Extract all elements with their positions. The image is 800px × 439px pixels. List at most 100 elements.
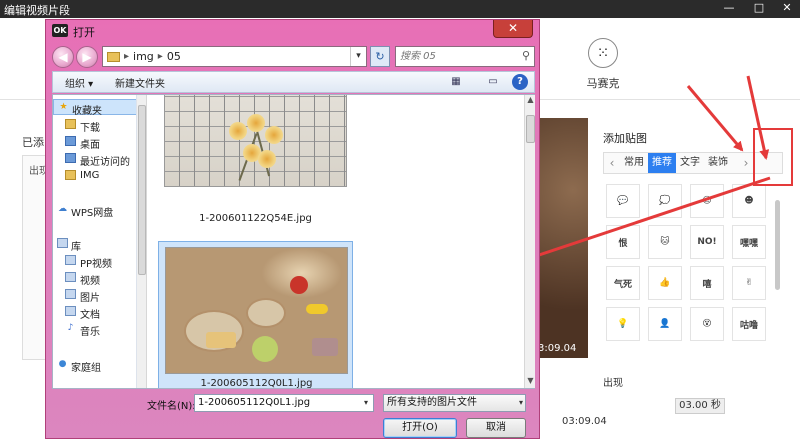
tab-decoration[interactable]: 装饰 <box>704 153 732 173</box>
organize-menu[interactable]: 组织 ▾ <box>65 75 93 90</box>
added-label: 已添 <box>22 136 44 149</box>
nav-favorites[interactable]: ★ 收藏夹 <box>53 99 136 117</box>
file-thumbnail <box>165 247 348 374</box>
documents-library-icon <box>65 306 76 316</box>
nav-pp-video[interactable]: PP视频 <box>53 253 136 270</box>
nav-video[interactable]: 视频 <box>53 270 136 287</box>
tab-recommended[interactable]: 推荐 <box>648 153 676 173</box>
search-box[interactable]: ⚲ <box>395 46 535 67</box>
filetype-dropdown-icon[interactable]: ▾ <box>519 395 523 411</box>
file-thumbnail <box>164 95 347 187</box>
back-button[interactable]: ◀ <box>52 46 74 68</box>
forward-button[interactable]: ▶ <box>76 46 98 68</box>
annotation-highlight-box <box>753 128 793 186</box>
filename-field[interactable]: 1-200605112Q0L1.jpg ▾ <box>194 394 374 412</box>
homegroup-icon: ● <box>58 359 67 369</box>
library-icon <box>57 238 68 248</box>
breadcrumb-separator: ▸ <box>124 51 130 62</box>
nav-pictures[interactable]: 图片 <box>53 287 136 304</box>
nav-homegroup[interactable]: ● 家庭组 <box>53 357 136 374</box>
browser-pane: ★ 收藏夹 下载 桌面 最近访问的 IMG ☁ WPS网盘 库 PP视频 视频 … <box>52 94 535 389</box>
view-options-icon[interactable]: ▦ <box>448 74 464 90</box>
refresh-button[interactable]: ↻ <box>370 46 390 67</box>
tab-common[interactable]: 常用 <box>620 153 648 173</box>
dialog-close-button[interactable]: ✕ <box>493 20 533 38</box>
search-input[interactable] <box>396 47 511 66</box>
pp-video-icon <box>65 255 76 265</box>
sticker-item[interactable]: 恨 <box>606 225 640 259</box>
address-row: ◀ ▶ ▸ img ▸ 05 ▾ ↻ ⚲ <box>52 45 535 69</box>
sticker-item[interactable]: 💬 <box>606 184 640 218</box>
file-item-selected[interactable]: 1-200605112Q0L1.jpg <box>158 241 353 388</box>
new-folder-button[interactable]: 新建文件夹 <box>115 75 165 90</box>
breadcrumb-05[interactable]: 05 <box>167 50 181 63</box>
command-bar: 组织 ▾ 新建文件夹 ▦ ▭ ? <box>52 71 535 93</box>
sticker-item[interactable]: 😵 <box>690 307 724 341</box>
nav-music[interactable]: ♪ 音乐 <box>53 321 136 338</box>
minimize-button[interactable]: — <box>718 0 740 16</box>
sticker-item[interactable]: ☻ <box>732 184 766 218</box>
sticker-scrollbar[interactable] <box>775 200 780 290</box>
img-folder-icon <box>65 170 76 180</box>
mosaic-label: 马赛克 <box>586 77 620 90</box>
app-logo-icon: OK <box>52 24 68 37</box>
music-note-icon: ♪ <box>67 323 74 333</box>
sticker-item[interactable]: 👍 <box>648 266 682 300</box>
nav-scrollbar[interactable] <box>137 95 147 388</box>
sticker-item[interactable]: 💭 <box>648 184 682 218</box>
sticker-item[interactable]: 嘻 <box>690 266 724 300</box>
dialog-titlebar: OK 打开 ✕ <box>46 20 539 42</box>
preview-pane-icon[interactable]: ▭ <box>485 74 501 90</box>
filetype-value: 所有支持的图片文件 <box>387 397 477 408</box>
editor-titlebar: 编辑视频片段 — □ ✕ <box>0 0 800 18</box>
address-dropdown-icon[interactable]: ▾ <box>350 47 366 66</box>
video-library-icon <box>65 272 76 282</box>
sticker-item[interactable]: 嘿嘿 <box>732 225 766 259</box>
sticker-next-arrow[interactable]: › <box>738 156 754 170</box>
editor-title: 编辑视频片段 <box>4 4 70 17</box>
downloads-folder-icon <box>65 119 76 129</box>
sticker-item[interactable]: 👤 <box>648 307 682 341</box>
sticker-item[interactable]: ☺ <box>690 184 724 218</box>
mosaic-tool-button[interactable]: ⁙ 马赛克 <box>578 38 628 91</box>
scroll-up-icon[interactable]: ▲ <box>525 95 536 107</box>
nav-library[interactable]: 库 <box>53 236 136 253</box>
search-icon[interactable]: ⚲ <box>522 49 530 62</box>
file-item[interactable]: 1-200601122Q54E.jpg <box>158 95 353 231</box>
nav-downloads[interactable]: 下载 <box>53 117 136 134</box>
cloud-icon: ☁ <box>58 204 67 214</box>
file-name: 1-200605112Q0L1.jpg <box>200 378 313 388</box>
scroll-down-icon[interactable]: ▼ <box>525 376 536 388</box>
nav-recent[interactable]: 最近访问的 <box>53 151 136 168</box>
maximize-button[interactable]: □ <box>748 0 770 16</box>
close-button[interactable]: ✕ <box>776 0 798 16</box>
sticker-item[interactable]: ✌ <box>732 266 766 300</box>
duration-field[interactable]: 03.00 秒 <box>675 398 725 414</box>
dialog-title: 打开 <box>73 26 95 39</box>
nav-wps-cloud[interactable]: ☁ WPS网盘 <box>53 202 136 219</box>
sticker-item[interactable]: NO! <box>690 225 724 259</box>
nav-img[interactable]: IMG <box>53 168 136 184</box>
file-scrollbar[interactable]: ▲ ▼ <box>524 95 535 388</box>
breadcrumb-img[interactable]: img <box>133 50 154 63</box>
sticker-grid: 💬 💭 ☺ ☻ 恨 🐱 NO! 嘿嘿 气死 👍 嘻 ✌ 💡 👤 😵 咕噜 <box>606 184 776 341</box>
sticker-item[interactable]: 咕噜 <box>732 307 766 341</box>
dialog-footer: 文件名(N): 1-200605112Q0L1.jpg ▾ 所有支持的图片文件 … <box>52 390 535 439</box>
sticker-prev-arrow[interactable]: ‹ <box>604 156 620 170</box>
filename-dropdown-icon[interactable]: ▾ <box>359 395 373 411</box>
sticker-item[interactable]: 🐱 <box>648 225 682 259</box>
tab-text[interactable]: 文字 <box>676 153 704 173</box>
address-bar[interactable]: ▸ img ▸ 05 ▾ <box>102 46 367 67</box>
nav-scroll-thumb[interactable] <box>138 105 146 275</box>
nav-desktop[interactable]: 桌面 <box>53 134 136 151</box>
filename-value[interactable]: 1-200605112Q0L1.jpg <box>198 397 310 408</box>
sticker-item[interactable]: 气死 <box>606 266 640 300</box>
open-button[interactable]: 打开(O) <box>383 418 457 438</box>
video-preview <box>538 118 588 358</box>
help-icon[interactable]: ? <box>512 74 528 90</box>
cancel-button[interactable]: 取消 <box>466 418 526 438</box>
filetype-select[interactable]: 所有支持的图片文件 ▾ <box>383 394 526 412</box>
file-scroll-thumb[interactable] <box>526 115 535 143</box>
nav-documents[interactable]: 文档 <box>53 304 136 321</box>
sticker-item[interactable]: 💡 <box>606 307 640 341</box>
